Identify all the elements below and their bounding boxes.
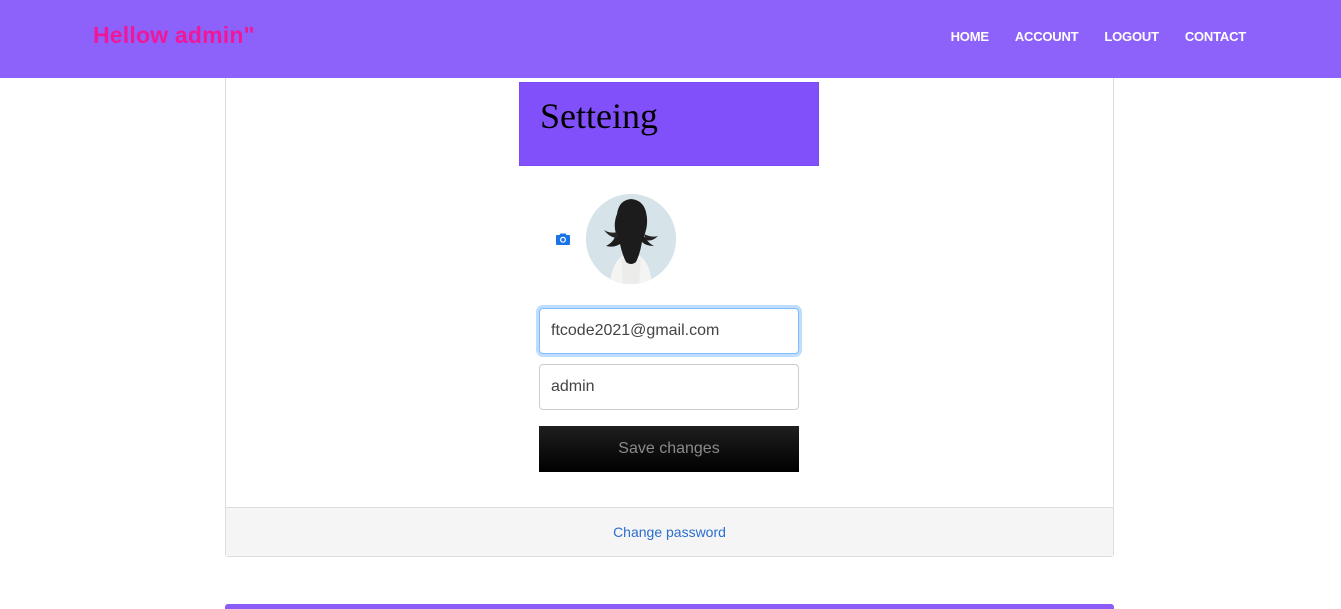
nav-home-link[interactable]: HOME [951, 29, 989, 44]
nav-account-link[interactable]: ACCOUNT [1015, 29, 1079, 44]
nav-links: HOME ACCOUNT LOGOUT CONTACT [925, 29, 1247, 44]
change-password-link[interactable]: Change password [613, 524, 726, 540]
profile-avatar[interactable] [586, 194, 676, 284]
nav-contact-link[interactable]: CONTACT [1185, 29, 1246, 44]
save-changes-button[interactable]: Save changes [539, 426, 799, 472]
footer-bar [225, 604, 1114, 609]
nav-logout-link[interactable]: LOGOUT [1104, 29, 1159, 44]
settings-header: Setteing [519, 82, 819, 166]
email-field[interactable] [539, 308, 799, 354]
camera-icon[interactable] [555, 231, 571, 247]
brand-greeting[interactable]: Hellow admin" [93, 22, 255, 49]
username-field[interactable] [539, 364, 799, 410]
profile-photo [586, 194, 676, 284]
top-navbar: Hellow admin" HOME ACCOUNT LOGOUT CONTAC… [0, 0, 1341, 78]
page-title: Setteing [540, 96, 658, 136]
card-footer: Change password [226, 507, 1113, 556]
